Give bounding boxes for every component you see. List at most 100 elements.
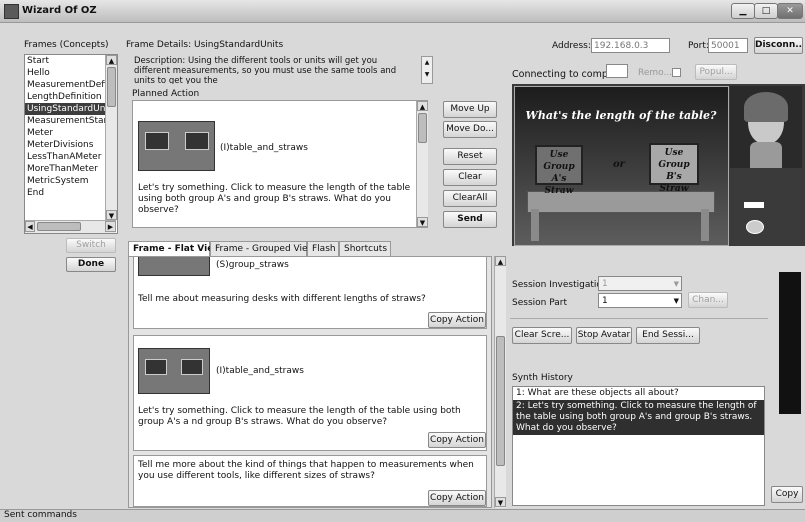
action-thumbnail-image [138, 257, 210, 276]
divider [510, 318, 768, 319]
synth-history-item[interactable]: 2: Let's try something. Click to measure… [513, 400, 764, 435]
scene-question: What's the length of the table? [525, 109, 717, 122]
copy-button[interactable]: Copy [771, 486, 803, 503]
tab-grouped-view[interactable]: Frame - Grouped View [210, 241, 315, 257]
connecting-input[interactable] [606, 64, 628, 78]
table-leg [701, 209, 709, 241]
synth-history-list[interactable]: 1: What are these objects all about? 2: … [512, 386, 765, 506]
copy-action-button[interactable]: Copy Action [428, 312, 486, 328]
frames-hscrollbar[interactable]: ◀ ▶ [25, 220, 116, 233]
frame-list-item[interactable]: MoreThanMeter [25, 163, 105, 175]
actions-scrollbar[interactable]: ▲ ▼ [494, 256, 506, 508]
actions-list[interactable]: (S)group_straws Tell me about measuring … [128, 256, 492, 508]
use-group-a-sign[interactable]: Use Group A's Straw [535, 145, 583, 196]
app-icon [4, 4, 19, 19]
minimize-icon[interactable]: ▁ [731, 3, 755, 19]
status-text: Sent commands [4, 510, 77, 520]
clear-screen-button[interactable]: Clear Scre... [512, 327, 572, 344]
stop-avatar-button[interactable]: Stop Avatar [576, 327, 632, 344]
disconnect-button[interactable]: Disconn... [754, 37, 803, 54]
close-icon[interactable]: ✕ [777, 3, 803, 19]
tab-flat-view[interactable]: Frame - Flat View [128, 241, 222, 257]
action-text: Let's try something. Click to measure th… [138, 406, 461, 427]
hscroll-thumb[interactable] [37, 222, 81, 231]
frame-description: Description: Using the different tools o… [134, 56, 397, 84]
action-thumbnail-image [138, 348, 210, 394]
move-up-button[interactable]: Move Up [443, 101, 497, 118]
switch-button[interactable]: Switch [66, 238, 116, 253]
session-investigation-select[interactable]: 1 ▼ [598, 276, 682, 291]
frame-list-item[interactable]: MeasurementDefi [25, 79, 105, 91]
avatar-stage: What's the length of the table? Use Grou… [512, 84, 805, 246]
copy-action-button[interactable]: Copy Action [428, 432, 486, 448]
scroll-up-icon[interactable]: ▲ [417, 101, 428, 111]
action-image-label: (I)table_and_straws [216, 366, 304, 376]
description-spinner[interactable]: ▲ ▼ [421, 56, 433, 84]
action-text: Tell me more about the kind of things th… [138, 460, 474, 481]
window-title: Wizard Of OZ [22, 5, 97, 16]
synth-history-label: Synth History [512, 373, 573, 383]
synth-history-item[interactable]: 1: What are these objects all about? [513, 387, 764, 400]
scroll-up-icon[interactable]: ▲ [106, 55, 117, 65]
chevron-down-icon: ▼ [673, 297, 679, 305]
copy-action-button[interactable]: Copy Action [428, 490, 486, 506]
planned-action-text: Let's try something. Click to measure th… [138, 183, 411, 215]
avatar-control-icon[interactable] [744, 202, 764, 208]
scroll-up-icon[interactable]: ▲ [495, 256, 506, 266]
action-image-label: (S)group_straws [216, 260, 289, 270]
planned-image-label: (I)table_and_straws [220, 143, 308, 153]
frame-list-item[interactable]: MeasurementStan [25, 115, 105, 127]
send-button[interactable]: Send [443, 211, 497, 228]
move-down-button[interactable]: Move Do... [443, 121, 497, 138]
or-label: or [613, 159, 625, 170]
planned-action-box[interactable]: (I)table_and_straws Let's try something.… [132, 100, 428, 228]
scroll-right-icon[interactable]: ▶ [105, 221, 116, 232]
tab-flash[interactable]: Flash [307, 241, 339, 257]
clear-button[interactable]: Clear [443, 169, 497, 186]
done-button[interactable]: Done [66, 257, 116, 272]
scroll-thumb[interactable] [418, 113, 427, 143]
scroll-down-icon[interactable]: ▼ [106, 210, 117, 220]
frame-list-item[interactable]: Hello [25, 67, 105, 79]
remote-label: Remo... [638, 68, 673, 78]
change-button[interactable]: Chan... [688, 292, 728, 308]
session-part-select[interactable]: 1 ▼ [598, 293, 682, 308]
frame-list-item[interactable]: MeterDivisions [25, 139, 105, 151]
title-bar: Wizard Of OZ ▁ □ ✕ [0, 0, 805, 23]
popul-button[interactable]: Popul... [695, 64, 737, 80]
reset-button[interactable]: Reset [443, 148, 497, 165]
session-investigation-value: 1 [602, 279, 608, 289]
frame-list-item[interactable]: End [25, 187, 105, 199]
planned-scrollbar[interactable]: ▲ ▼ [416, 101, 428, 227]
address-input[interactable]: 192.168.0.3 [591, 38, 670, 53]
port-label: Port: [688, 41, 709, 51]
planned-thumbnail-image [138, 121, 215, 171]
frame-list-item[interactable]: MetricSystem [25, 175, 105, 187]
status-bar: Sent commands [0, 509, 805, 522]
session-part-label: Session Part [512, 298, 567, 308]
scroll-down-icon[interactable]: ▼ [417, 217, 428, 227]
frame-list-item[interactable]: LessThanAMeter [25, 151, 105, 163]
scroll-down-icon[interactable]: ▼ [495, 497, 506, 507]
frames-list[interactable]: Start Hello MeasurementDefi LengthDefinitio… [24, 54, 118, 234]
frame-list-item[interactable]: Start [25, 55, 105, 67]
scroll-left-icon[interactable]: ◀ [25, 221, 35, 232]
frame-list-item[interactable]: UsingStandardUni [25, 103, 105, 115]
scroll-thumb[interactable] [496, 336, 505, 466]
frame-list-item[interactable]: Meter [25, 127, 105, 139]
action-card: (S)group_straws Tell me about measuring … [133, 257, 487, 329]
tab-shortcuts[interactable]: Shortcuts [339, 241, 391, 257]
end-session-button[interactable]: End Sessi... [636, 327, 700, 344]
scroll-thumb[interactable] [107, 67, 116, 107]
frame-list-item[interactable]: LengthDefinition [25, 91, 105, 103]
avatar-power-icon[interactable] [746, 220, 764, 234]
flash-scene[interactable]: What's the length of the table? Use Grou… [514, 86, 729, 246]
maximize-icon[interactable]: □ [754, 3, 778, 19]
port-input[interactable]: 50001 [708, 38, 748, 53]
connecting-label: Connecting to comp... [512, 69, 617, 80]
use-group-b-sign[interactable]: Use Group B's Straw [649, 143, 699, 194]
remote-checkbox[interactable] [672, 68, 681, 77]
view-tabs: Frame - Flat View Frame - Grouped View F… [128, 241, 508, 257]
clear-all-button[interactable]: ClearAll [443, 190, 497, 207]
frames-scrollbar[interactable]: ▲ ▼ [105, 55, 117, 220]
